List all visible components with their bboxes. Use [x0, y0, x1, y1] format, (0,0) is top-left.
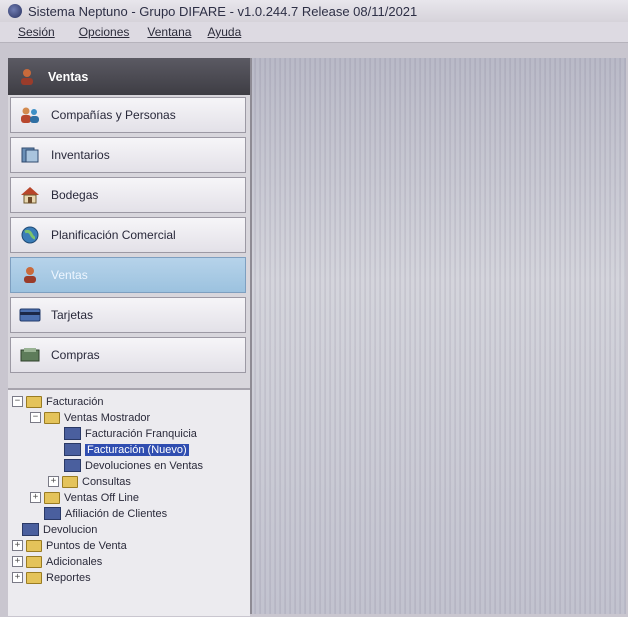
title-bar: Sistema Neptuno - Grupo DIFARE - v1.0.24… [0, 0, 628, 22]
tree-node-label: Consultas [82, 475, 131, 488]
folder-icon [26, 395, 42, 408]
tree-node-reportes[interactable]: + Reportes [12, 570, 91, 585]
nav-item-label: Compras [51, 348, 100, 362]
collapse-icon[interactable]: − [12, 396, 23, 407]
form-icon [64, 459, 81, 472]
window-title: Sistema Neptuno - Grupo DIFARE - v1.0.24… [28, 3, 418, 19]
nav-item-compras[interactable]: Compras [10, 337, 246, 373]
sales-person-icon [19, 265, 41, 285]
sales-person-icon [16, 67, 38, 87]
folder-icon [26, 571, 42, 584]
nav-item-tarjetas[interactable]: Tarjetas [10, 297, 246, 333]
nav-header-label: Ventas [48, 69, 89, 84]
tree-node-devoluciones[interactable]: Devoluciones en Ventas [64, 458, 203, 473]
nav-item-label: Ventas [51, 268, 88, 282]
menu-ventana[interactable]: Ventana [147, 25, 191, 39]
tree-node-label: Reportes [46, 571, 91, 584]
expand-icon[interactable]: + [30, 492, 41, 503]
tree-node-label: Ventas Off Line [64, 491, 140, 504]
form-icon [64, 427, 81, 440]
menu-sesion[interactable]: Sesión [18, 25, 55, 39]
nav-item-label: Planificación Comercial [51, 228, 176, 242]
tree-node-label: Devoluciones en Ventas [85, 459, 204, 472]
people-icon [19, 105, 41, 125]
expand-icon[interactable]: + [12, 572, 23, 583]
warehouse-icon [19, 185, 41, 205]
expand-icon[interactable]: + [12, 540, 23, 551]
inventory-icon [19, 145, 41, 165]
collapse-icon[interactable]: − [30, 412, 41, 423]
tree-node-facturacion-nuevo[interactable]: Facturación (Nuevo) [64, 442, 189, 457]
expand-icon[interactable]: + [48, 476, 59, 487]
folder-icon [26, 555, 42, 568]
tree-node-puntos-venta[interactable]: + Puntos de Venta [12, 538, 127, 553]
tree-node-adicionales[interactable]: + Adicionales [12, 554, 102, 569]
main-workspace [252, 58, 626, 614]
nav-item-label: Inventarios [51, 148, 110, 162]
menu-bar: Sesión Opciones Ventana Ayuda [0, 22, 628, 43]
nav-item-planificacion[interactable]: Planificación Comercial [10, 217, 246, 253]
tree-node-label: Devolucion [43, 523, 98, 536]
expand-icon[interactable]: + [12, 556, 23, 567]
nav-item-label: Tarjetas [51, 308, 94, 322]
form-icon [64, 443, 81, 456]
nav-header-ventas[interactable]: Ventas [8, 58, 250, 95]
nav-item-companias[interactable]: Compañías y Personas [10, 97, 246, 133]
tree-node-facturacion[interactable]: − Facturación [12, 394, 103, 409]
nav-item-bodegas[interactable]: Bodegas [10, 177, 246, 213]
nav-item-label: Bodegas [51, 188, 99, 202]
menu-ayuda[interactable]: Ayuda [207, 25, 241, 39]
tree-node-ventas-offline[interactable]: + Ventas Off Line [30, 490, 139, 505]
folder-icon [44, 491, 60, 504]
tree-node-label: Afiliación de Clientes [65, 507, 168, 520]
nav-item-inventarios[interactable]: Inventarios [10, 137, 246, 173]
tree-node-devolucion[interactable]: Devolucion [22, 522, 97, 537]
menu-opciones[interactable]: Opciones [79, 25, 130, 39]
navigation-tree: − Facturación − Ventas Mostrador Factura… [8, 388, 250, 616]
tree-node-label: Puntos de Venta [46, 539, 127, 552]
tree-node-facturacion-franquicia[interactable]: Facturación Franquicia [64, 426, 197, 441]
nav-item-ventas[interactable]: Ventas [10, 257, 246, 293]
form-icon [22, 523, 39, 536]
navigation-sidebar: Ventas Compañías y Personas Inventarios … [8, 58, 252, 616]
tree-node-label: Facturación Franquicia [85, 427, 197, 440]
folder-icon [26, 539, 42, 552]
globe-icon [19, 225, 41, 245]
workspace-background [252, 58, 626, 614]
folder-icon [44, 411, 60, 424]
folder-icon [62, 475, 78, 488]
card-icon [19, 305, 41, 325]
tree-node-consultas[interactable]: + Consultas [48, 474, 131, 489]
tree-node-label: Facturación [46, 395, 104, 408]
tree-node-afiliacion[interactable]: Afiliación de Clientes [44, 506, 167, 521]
purchases-icon [19, 345, 41, 365]
tree-node-label: Adicionales [46, 555, 103, 568]
tree-node-ventas-mostrador[interactable]: − Ventas Mostrador [30, 410, 150, 425]
tree-node-label: Facturación (Nuevo) [85, 443, 189, 456]
app-logo-icon [8, 4, 22, 18]
form-icon [44, 507, 61, 520]
tree-node-label: Ventas Mostrador [64, 411, 151, 424]
nav-item-label: Compañías y Personas [51, 108, 176, 122]
